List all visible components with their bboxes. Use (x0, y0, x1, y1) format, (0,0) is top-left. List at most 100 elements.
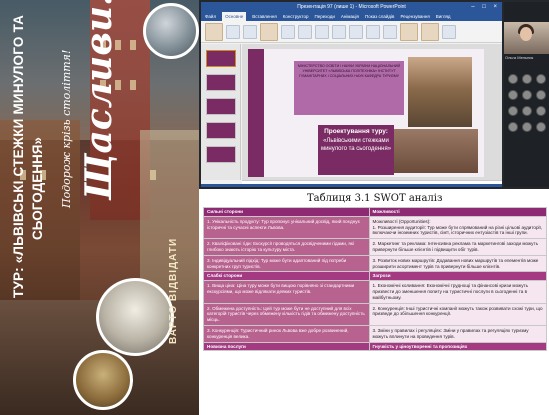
threat-cell: 3. Зміни у правилах і регуляціях: Зміни … (368, 324, 548, 343)
tab-insert[interactable]: Вставлення (252, 12, 277, 21)
slide-project-box: Проектування туру: «Львівськими стежками… (318, 125, 394, 175)
align-center-icon[interactable] (383, 24, 397, 39)
poster-slogan: Щасливи! (78, 0, 120, 200)
screen-capture: Презентація 97 (лише 1) - Microsoft Powe… (199, 0, 549, 189)
weakness-cell: 2. Обмежена доступність: Цей тур може бу… (203, 302, 370, 326)
align-left-icon[interactable] (366, 24, 380, 39)
table-footer-row: Новизна послуги Гнучкість у ціноутворенн… (203, 341, 548, 352)
strength-cell: 1. Унікальність продукту: Тур пропонує у… (203, 215, 370, 240)
slide-thumbnail[interactable] (206, 74, 236, 91)
poster-title-line1: ТУР: «ЛЬВІВСЬКІ СТЕЖКИ МИНУЛОГО ТА (11, 14, 26, 298)
paste-icon[interactable] (205, 22, 223, 41)
table-row: 1. Унікальність продукту: Тур пропонує у… (203, 215, 548, 240)
participant-avatar[interactable] (536, 122, 546, 132)
slide-project-title: «Львівськими стежками минулого та сьогод… (320, 138, 392, 152)
participant-avatar[interactable] (508, 74, 518, 84)
ribbon-tabs: Файл Основне Вставлення Конструктор Пере… (201, 12, 502, 21)
table-header-row: Сильні сторони Можливості (203, 207, 548, 217)
tour-poster: ТУР: «ЛЬВІВСЬКІ СТЕЖКИ МИНУЛОГО ТА СЬОГО… (0, 0, 199, 415)
table-row: 2. Кваліфіковані гіди: Екскурсії проводя… (203, 238, 548, 256)
header-weaknesses: Слабкі сторони (203, 271, 370, 282)
poster-tagline: Подорож крізь століття! (60, 49, 73, 208)
participant-avatar[interactable] (522, 90, 532, 100)
video-call-panel: Ольга Мельник (504, 2, 549, 187)
participant-avatar[interactable] (522, 74, 532, 84)
tab-review[interactable]: Рецензування (400, 12, 429, 21)
slide-thumbnail[interactable] (206, 146, 236, 163)
table-row: 3. Індивідуальний підхід: Тур може бути … (203, 254, 548, 273)
participant-avatar[interactable] (522, 106, 532, 116)
swot-document: Таблиця 3.1 SWOT аналіз Сильні сторони М… (199, 189, 549, 415)
tab-animations[interactable]: Анімація (341, 12, 359, 21)
bold-icon[interactable] (298, 24, 312, 39)
participant-avatar[interactable] (536, 74, 546, 84)
ribbon-toolbar (201, 21, 502, 43)
window-titlebar: Презентація 97 (лише 1) - Microsoft Powe… (201, 2, 502, 12)
table-title: Таблиця 3.1 SWOT аналіз (307, 193, 443, 204)
slide-project-heading: Проектування туру: (324, 128, 388, 135)
table-row: 2. Обмежена доступність: Цей тур може бу… (203, 302, 548, 326)
tab-transitions[interactable]: Переходи (314, 12, 334, 21)
slide-thumbnail[interactable] (206, 50, 236, 67)
slide-thumbnail[interactable] (206, 122, 236, 139)
slide-decor-bar (248, 49, 264, 177)
threat-cell: 1. Економічні коливання: Економічні труд… (368, 280, 548, 304)
poster-photo-circle (143, 3, 199, 59)
underline-icon[interactable] (332, 24, 346, 39)
participant-avatar[interactable] (536, 90, 546, 100)
opportunity-cell: Можливості (Opportunities): 1. Розширенн… (368, 215, 548, 240)
table-row: 1. Вища ціна: Ціна туру може бути вищою … (203, 280, 548, 304)
participant-video[interactable] (504, 22, 549, 54)
current-slide[interactable]: МІНІСТЕРСТВО ОСВІТИ І НАУКИ УКРАЇНИ НАЦІ… (248, 49, 484, 177)
header-threats: Загрози (368, 271, 548, 282)
tab-design[interactable]: Конструктор (283, 12, 309, 21)
opportunity-cell: 3. Розвиток нових маршрутів: Додавання н… (368, 254, 548, 273)
tab-home[interactable]: Основне (222, 12, 247, 21)
powerpoint-window: Презентація 97 (лише 1) - Microsoft Powe… (201, 2, 502, 187)
participant-avatar[interactable] (536, 106, 546, 116)
layout-icon[interactable] (281, 24, 295, 39)
participant-avatar[interactable] (508, 90, 518, 100)
threat-cell: 2. Конкуренція: Інші туристичні компанії… (368, 302, 548, 326)
participant-name: Ольга Мельник (505, 55, 534, 60)
participant-face (520, 27, 532, 41)
poster-photo-circle (96, 278, 174, 356)
slide-institution-text: МІНІСТЕРСТВО ОСВІТИ І НАУКИ УКРАЇНИ НАЦІ… (294, 61, 404, 115)
font-color-icon[interactable] (349, 24, 363, 39)
footer-left-cell: Новизна послуги (203, 341, 370, 352)
opportunity-text: 1. Розширення аудиторії: Тур може бути с… (372, 224, 543, 236)
tab-view[interactable]: Вигляд (436, 12, 451, 21)
poster-window (150, 170, 156, 180)
slide-photo-cathedral (408, 57, 472, 127)
cut-icon[interactable] (226, 24, 240, 39)
slide-editor: МІНІСТЕРСТВО ОСВІТИ І НАУКИ УКРАЇНИ НАЦІ… (242, 44, 502, 180)
participant-avatar[interactable] (508, 106, 518, 116)
opportunity-cell: 2. Маркетинг та реклама: Інтенсивна рекл… (368, 238, 548, 256)
table-row: 3. Конкуренція: Туристичний ринок Львова… (203, 324, 548, 343)
find-icon[interactable] (442, 24, 456, 39)
poster-footer-text: ВАРТО ВІДВІДАТИ (168, 237, 179, 344)
poster-window (130, 80, 136, 90)
slide-thumbnails-panel (201, 44, 241, 180)
shapes-icon[interactable] (400, 22, 418, 41)
table-subheader-row: Слабкі сторони Загрози (203, 271, 548, 282)
strength-cell: 2. Кваліфіковані гіди: Екскурсії проводя… (203, 238, 370, 256)
weakness-cell: 1. Вища ціна: Ціна туру може бути вищою … (203, 280, 370, 304)
tab-file[interactable]: Файл (205, 12, 216, 21)
participant-avatar[interactable] (508, 122, 518, 132)
window-controls[interactable]: – □ × (471, 2, 500, 12)
tab-slideshow[interactable]: Показ слайдів (365, 12, 394, 21)
window-title: Презентація 97 (лише 1) - Microsoft Powe… (297, 4, 406, 10)
header-opportunities: Можливості (368, 207, 548, 217)
status-bar (201, 184, 502, 187)
copy-icon[interactable] (243, 24, 257, 39)
arrange-icon[interactable] (421, 22, 439, 41)
footer-right-cell: Гнучкість у ціноутворенні та пропозиціях (368, 341, 548, 352)
participant-avatar[interactable] (522, 122, 532, 132)
slide-photo-city (388, 129, 478, 173)
new-slide-icon[interactable] (260, 22, 278, 41)
italic-icon[interactable] (315, 24, 329, 39)
slide-thumbnail[interactable] (206, 98, 236, 115)
poster-title-line2: СЬОГОДЕННЯ» (30, 137, 45, 240)
strength-cell: 3. Індивідуальний підхід: Тур може бути … (203, 254, 370, 273)
